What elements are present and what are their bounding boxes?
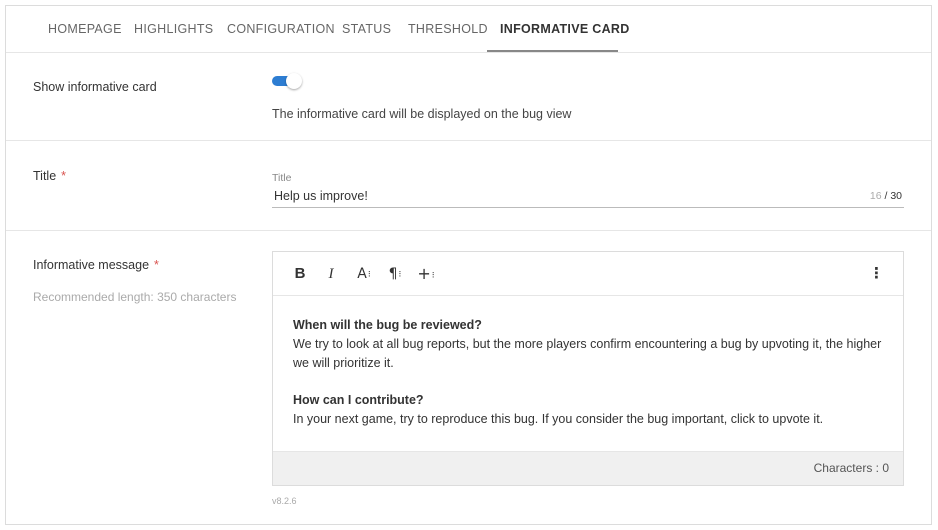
- content-paragraph: We try to look at all bug reports, but t…: [293, 337, 882, 370]
- title-field-caption: Title: [272, 172, 292, 184]
- show-card-toggle[interactable]: [272, 73, 302, 89]
- content-paragraph: In your next game, try to reproduce this…: [293, 412, 824, 426]
- content-heading: When will the bug be reviewed?: [293, 318, 482, 332]
- message-section: Informative message * Recommended length:…: [6, 231, 931, 525]
- title-input-underline: [272, 207, 904, 208]
- italic-button[interactable]: I: [324, 263, 338, 285]
- required-mark: *: [61, 169, 67, 183]
- message-label: Informative message *: [33, 258, 159, 272]
- tab-threshold[interactable]: THRESHOLD: [408, 6, 488, 53]
- show-card-description: The informative card will be displayed o…: [272, 107, 572, 121]
- title-char-counter: 16 / 30: [869, 190, 902, 202]
- title-label: Title *: [33, 169, 67, 183]
- tab-bar: HOMEPAGE HIGHLIGHTS CONFIGURATION STATUS…: [6, 6, 931, 53]
- version-label: v8.2.6: [272, 496, 297, 506]
- insert-button[interactable]: +⁝: [415, 263, 437, 285]
- show-card-section: Show informative card The informative ca…: [6, 53, 931, 141]
- more-options-icon[interactable]: ⋮: [869, 263, 884, 285]
- tab-configuration[interactable]: CONFIGURATION: [227, 6, 335, 53]
- title-section: Title * Title Help us improve! 16 / 30: [6, 141, 931, 231]
- toggle-knob: [286, 73, 302, 89]
- tab-highlights[interactable]: HIGHLIGHTS: [134, 6, 213, 53]
- editor-footer: Characters : 0: [273, 451, 903, 485]
- active-tab-indicator: [487, 50, 618, 52]
- content-heading: How can I contribute?: [293, 393, 424, 407]
- editor-content[interactable]: When will the bug be reviewed? We try to…: [293, 316, 889, 429]
- tab-status[interactable]: STATUS: [342, 6, 391, 53]
- bold-button[interactable]: B: [293, 263, 307, 285]
- settings-panel: HOMEPAGE HIGHLIGHTS CONFIGURATION STATUS…: [5, 5, 932, 525]
- message-length-hint: Recommended length: 350 characters: [33, 290, 237, 304]
- tab-informative-card[interactable]: INFORMATIVE CARD: [500, 6, 630, 53]
- font-style-button[interactable]: A⁝: [353, 263, 375, 285]
- font-icon: A: [357, 266, 367, 282]
- paragraph-icon: ¶: [388, 266, 398, 282]
- editor-toolbar: B I A⁝ ¶⁝ +⁝ ⋮: [273, 252, 903, 296]
- tab-homepage[interactable]: HOMEPAGE: [48, 6, 122, 53]
- paragraph-button[interactable]: ¶⁝: [384, 263, 406, 285]
- title-input[interactable]: Help us improve!: [274, 189, 368, 203]
- plus-icon: +: [417, 264, 431, 283]
- required-mark: *: [154, 258, 159, 272]
- show-card-label: Show informative card: [33, 80, 157, 94]
- character-count: Characters : 0: [813, 461, 889, 475]
- rich-text-editor: B I A⁝ ¶⁝ +⁝ ⋮ When will the bug be revi…: [272, 251, 904, 486]
